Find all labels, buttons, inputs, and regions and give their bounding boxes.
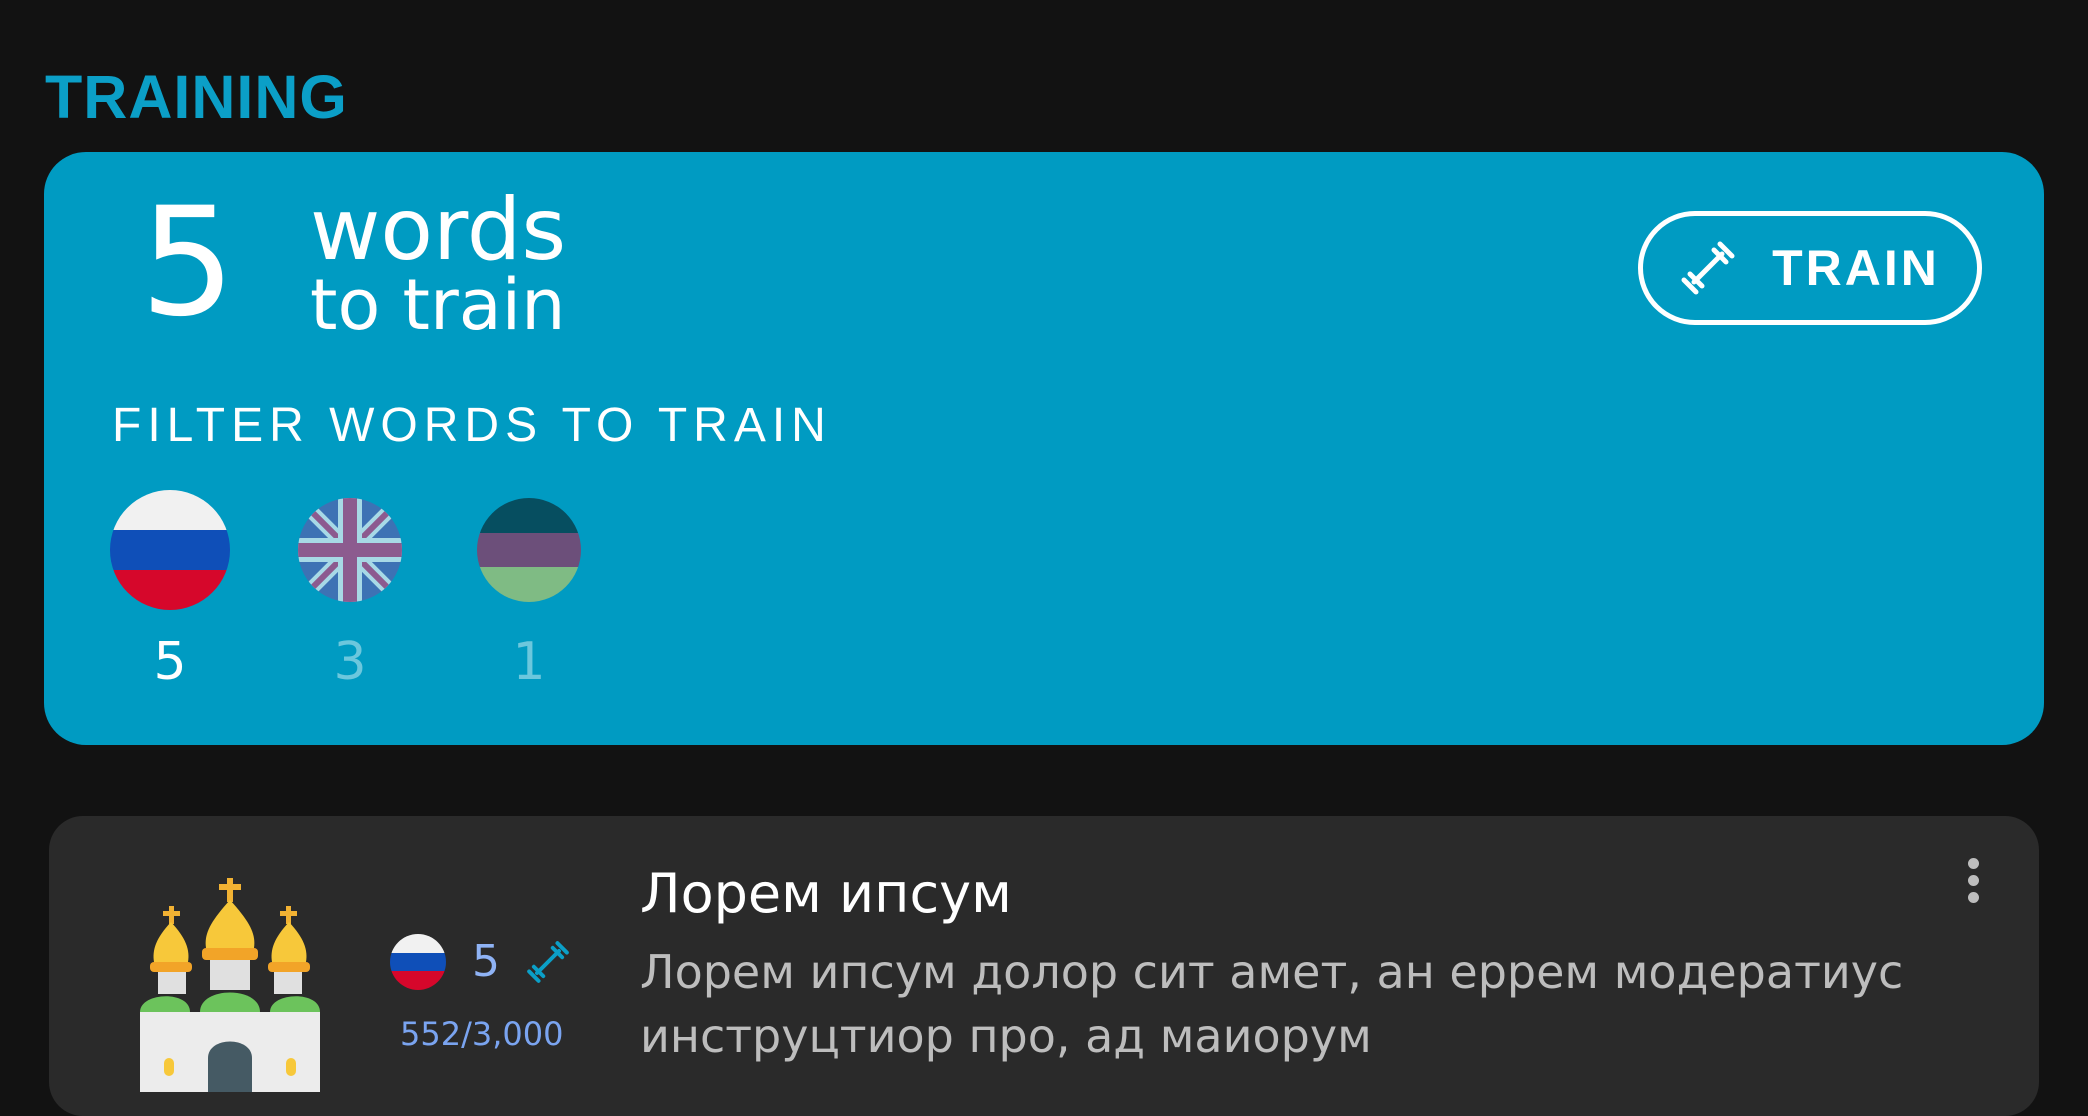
train-button[interactable]: TRAIN [1638, 211, 1982, 325]
church-domes-icon [140, 878, 320, 1092]
uk-flag[interactable] [298, 498, 402, 602]
card-russian-flag-icon [390, 934, 446, 990]
tricolor-flag[interactable] [477, 498, 581, 602]
card-title: Лорем ипсум [640, 862, 1012, 925]
more-options-icon[interactable] [1960, 858, 1986, 908]
uk-flag-count: 3 [333, 632, 367, 692]
train-button-label: TRAIN [1772, 240, 1940, 296]
tricolor-flag-count: 1 [512, 632, 546, 692]
to-train-label: to train [310, 264, 566, 346]
dumbbell-icon [1681, 241, 1735, 295]
words-label: words [310, 180, 567, 280]
russian-flag-count: 5 [153, 632, 187, 692]
tricolor-flag-icon [477, 498, 581, 602]
russian-flag[interactable] [110, 490, 230, 610]
card-progress: 552/3,000 [400, 1015, 564, 1053]
section-title: TRAINING [45, 63, 348, 131]
words-to-train-count: 5 [140, 176, 236, 350]
uk-flag-icon [298, 498, 402, 602]
card-description: Лорем ипсум долор сит амет, ан еррем мод… [640, 945, 1904, 1063]
filter-title: FILTER WORDS TO TRAIN [112, 399, 832, 452]
russian-flag-icon [110, 490, 230, 610]
card-train-count: 5 [472, 936, 500, 987]
card-dumbbell-icon [527, 941, 569, 983]
